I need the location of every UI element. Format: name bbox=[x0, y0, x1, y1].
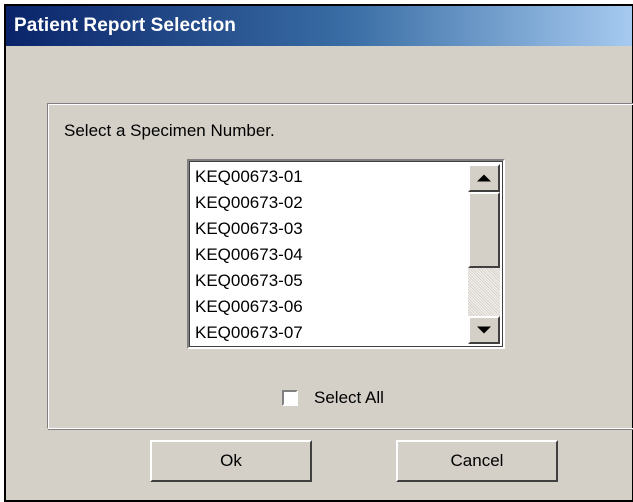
ok-button[interactable]: Ok bbox=[150, 440, 312, 482]
scrollbar-thumb[interactable] bbox=[468, 192, 500, 268]
cancel-button[interactable]: Cancel bbox=[396, 440, 558, 482]
title-bar[interactable]: Patient Report Selection bbox=[6, 6, 632, 46]
specimen-groupbox: Select a Specimen Number. KEQ00673-01 KE… bbox=[47, 103, 633, 430]
list-item[interactable]: KEQ00673-05 bbox=[193, 268, 463, 294]
list-item[interactable]: KEQ00673-03 bbox=[193, 216, 463, 242]
specimen-listbox[interactable]: KEQ00673-01 KEQ00673-02 KEQ00673-03 KEQ0… bbox=[187, 159, 505, 349]
select-all-checkbox[interactable] bbox=[282, 390, 298, 406]
list-item[interactable]: KEQ00673-01 bbox=[193, 164, 463, 190]
select-all-label[interactable]: Select All bbox=[314, 388, 384, 408]
window-title: Patient Report Selection bbox=[14, 15, 236, 36]
list-item[interactable]: KEQ00673-06 bbox=[193, 294, 463, 320]
select-all-row: Select All bbox=[282, 387, 384, 409]
list-item[interactable]: KEQ00673-04 bbox=[193, 242, 463, 268]
scroll-up-button[interactable] bbox=[468, 164, 500, 192]
specimen-list-items: KEQ00673-01 KEQ00673-02 KEQ00673-03 KEQ0… bbox=[193, 164, 463, 344]
list-item[interactable]: KEQ00673-07 bbox=[193, 320, 463, 344]
arrow-up-icon bbox=[477, 174, 491, 182]
scroll-down-button[interactable] bbox=[468, 316, 500, 344]
patient-report-selection-dialog: Patient Report Selection Select a Specim… bbox=[4, 4, 633, 502]
arrow-down-icon bbox=[477, 326, 491, 334]
vertical-scrollbar[interactable] bbox=[468, 164, 500, 344]
list-item[interactable]: KEQ00673-02 bbox=[193, 190, 463, 216]
specimen-prompt: Select a Specimen Number. bbox=[64, 121, 275, 140]
